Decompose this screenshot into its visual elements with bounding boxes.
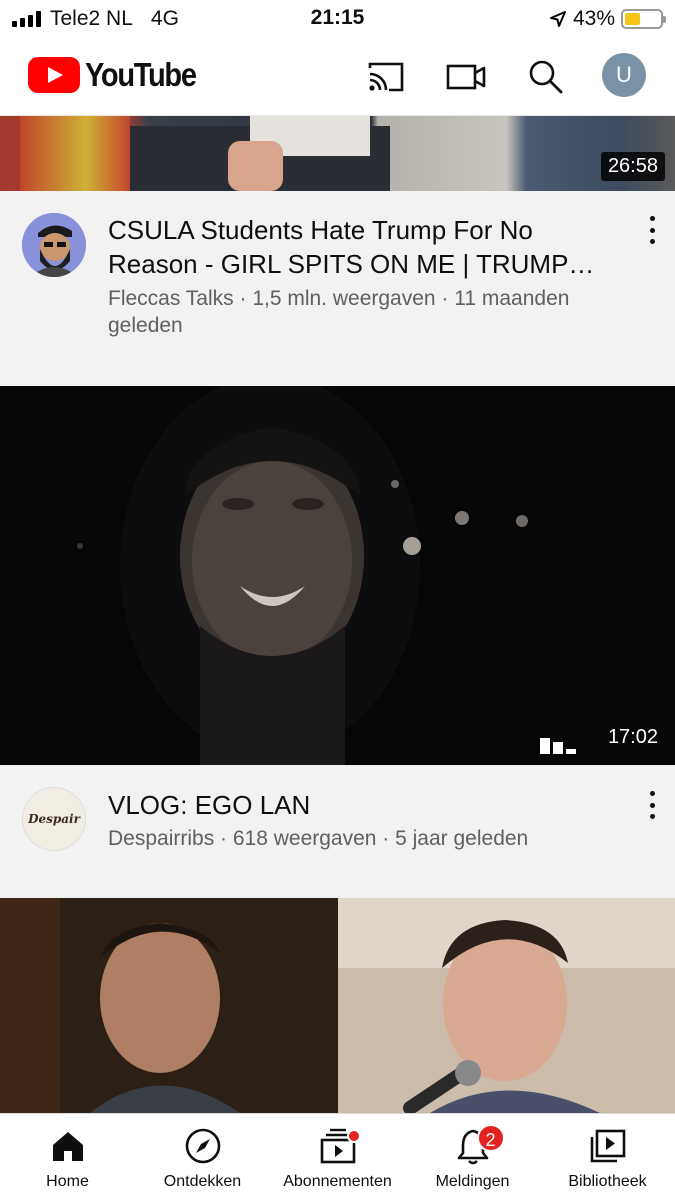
nav-subscriptions[interactable]: Abonnementen	[270, 1114, 405, 1200]
logo-text: YouTube	[85, 56, 197, 93]
video-metadata: Despairribs · 618 weergaven · 5 jaar gel…	[108, 827, 529, 850]
video-meta[interactable]: Despair VLOG: EGO LAN Despairribs · 618 …	[0, 765, 675, 898]
video-meta[interactable]: CSULA Students Hate Trump For No Reason …	[0, 191, 675, 386]
bearded-man-avatar-image	[22, 213, 86, 277]
camera-icon[interactable]	[445, 56, 487, 98]
video-duration: 26:58	[600, 152, 665, 181]
compass-icon	[185, 1128, 220, 1164]
new-content-dot	[346, 1129, 361, 1143]
more-options-icon[interactable]	[647, 791, 657, 819]
youtube-logo[interactable]: YouTube	[28, 56, 211, 94]
video-title[interactable]: VLOG: EGO LAN	[108, 788, 615, 822]
nav-notifications[interactable]: 2 Meldingen	[405, 1114, 540, 1200]
nav-home[interactable]: Home	[0, 1114, 135, 1200]
channel-avatar[interactable]	[22, 213, 86, 277]
video-thumbnail[interactable]: 26:58	[0, 116, 675, 191]
video-thumbnail[interactable]: 17:02	[0, 386, 675, 765]
more-options-icon[interactable]	[647, 216, 657, 244]
nav-explore[interactable]: Ontdekken	[135, 1114, 270, 1200]
video-title[interactable]: CSULA Students Hate Trump For No Reason …	[108, 213, 615, 281]
nav-label: Meldingen	[435, 1173, 510, 1190]
nav-label: Bibliotheek	[568, 1173, 647, 1190]
video-duration: 17:02	[607, 726, 658, 748]
thumbnail-split-scene	[0, 898, 675, 1113]
battery-icon	[621, 9, 666, 29]
despair-avatar-logo: Despair	[28, 812, 80, 826]
nav-label: Ontdekken	[163, 1173, 242, 1190]
playback-progress-icon	[540, 738, 576, 754]
channel-avatar[interactable]: Despair	[22, 787, 86, 851]
video-thumbnail[interactable]	[0, 898, 675, 1113]
nav-library[interactable]: Bibliotheek	[540, 1114, 675, 1200]
nav-label: Abonnementen	[283, 1173, 392, 1190]
battery-percentage: 43%	[572, 7, 615, 30]
avatar[interactable]: U	[602, 53, 646, 97]
app-header: YouTube U	[0, 38, 675, 116]
youtube-play-icon	[28, 57, 80, 93]
location-arrow-icon	[549, 11, 566, 27]
thumbnail-hand	[228, 141, 283, 191]
nav-label: Home	[46, 1173, 89, 1190]
notification-count-badge: 2	[476, 1124, 505, 1152]
avatar-letter: U	[616, 62, 632, 87]
thumbnail-vest	[20, 116, 130, 191]
status-bar: Tele2 NL 4G 21:15 43%	[0, 0, 675, 38]
cast-icon[interactable]	[365, 56, 407, 98]
bottom-navigation: Home Ontdekken Abonnementen 2 Meldingen	[0, 1113, 675, 1200]
video-metadata: Fleccas Talks · 1,5 mln. weergaven · 11 …	[108, 287, 570, 337]
search-icon[interactable]	[524, 56, 566, 98]
thumbnail-face-scene	[0, 386, 675, 765]
library-icon	[590, 1129, 625, 1163]
home-icon	[52, 1132, 83, 1161]
